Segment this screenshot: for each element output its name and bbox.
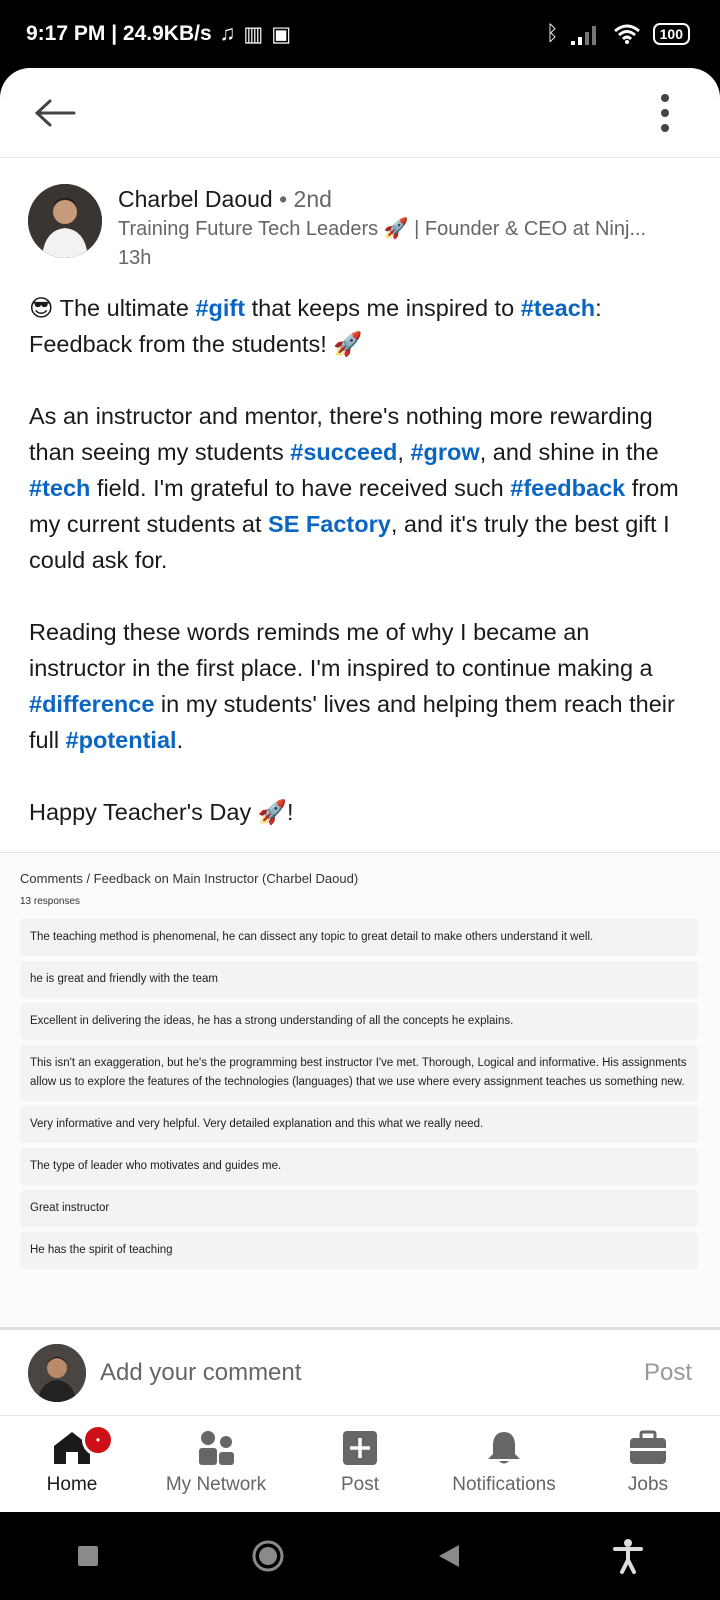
feedback-item: The teaching method is phenomenal, he ca… <box>20 919 698 956</box>
feedback-title: Comments / Feedback on Main Instructor (… <box>20 871 359 886</box>
bell-icon <box>488 1432 520 1464</box>
nav-post-label: Post <box>340 1474 380 1495</box>
recent-apps-icon[interactable] <box>76 1544 100 1568</box>
author-line: Charbel Daoud • 2nd <box>118 184 690 214</box>
nav-network-label: My Network <box>165 1474 267 1495</box>
home-button-icon[interactable] <box>251 1539 285 1573</box>
bottom-navigation: • Home My Network Post Notifications Job… <box>0 1416 720 1512</box>
music-icon: ♫ <box>219 22 236 45</box>
comment-bar: Post <box>0 1330 720 1416</box>
briefcase-icon <box>630 1430 666 1464</box>
nav-notifications[interactable]: Notifications <box>434 1430 574 1496</box>
plus-box-icon <box>343 1431 377 1465</box>
text: , <box>397 439 411 465</box>
user-avatar <box>28 1343 86 1402</box>
more-options-icon[interactable] <box>640 88 690 138</box>
post-time: 13h <box>118 247 152 269</box>
post-image-feedback[interactable]: Comments / Feedback on Main Instructor (… <box>0 852 720 1330</box>
signal-icon <box>570 26 596 45</box>
author-avatar[interactable] <box>28 184 102 258</box>
nav-home[interactable]: • Home <box>2 1424 142 1496</box>
text: that keeps me inspired to <box>245 295 521 321</box>
feedback-item: Great instructor <box>20 1190 698 1227</box>
notification-badge: • <box>82 1424 114 1456</box>
nav-post[interactable]: Post <box>290 1430 430 1496</box>
system-navigation-bar <box>0 1512 720 1600</box>
hashtag-succeed[interactable]: #succeed <box>290 439 397 465</box>
grid-icon: ▣ <box>271 22 292 46</box>
text: Reading these words reminds me of why I … <box>29 619 653 681</box>
post-comment-button[interactable]: Post <box>644 1359 692 1387</box>
post-body: 😎 The ultimate #gift that keeps me inspi… <box>0 272 720 830</box>
bluetooth-icon: ᛒ <box>546 22 559 45</box>
feedback-item: He has the spirit of teaching <box>20 1232 698 1269</box>
comment-input[interactable] <box>100 1358 644 1387</box>
text: , and shine in the <box>479 439 659 465</box>
status-time-speed: 9:17 PM | 24.9KB/s <box>26 22 212 45</box>
status-left: 9:17 PM | 24.9KB/s ♫ ▥ ▣ <box>26 22 291 47</box>
post-header: Charbel Daoud • 2nd Training Future Tech… <box>0 158 720 272</box>
accessibility-icon[interactable] <box>612 1538 644 1574</box>
hashtag-difference[interactable]: #difference <box>29 691 154 717</box>
text: . <box>176 727 184 753</box>
text: 😎 The ultimate <box>29 295 196 321</box>
feedback-item: Excellent in delivering the ideas, he ha… <box>20 1003 698 1040</box>
top-bar <box>0 68 720 158</box>
hashtag-grow[interactable]: #grow <box>410 439 479 465</box>
feedback-count: 13 responses <box>20 896 81 907</box>
feedback-item: The type of leader who motivates and gui… <box>20 1148 698 1185</box>
back-button-icon[interactable] <box>437 1543 461 1569</box>
post-detail-screen: Charbel Daoud • 2nd Training Future Tech… <box>0 68 720 1512</box>
post-paragraph-2: As an instructor and mentor, there's not… <box>29 398 691 578</box>
feedback-item: Very informative and very helpful. Very … <box>20 1106 698 1143</box>
nav-notifications-label: Notifications <box>452 1474 556 1495</box>
people-icon <box>199 1431 234 1465</box>
feedback-item: This isn't an exaggeration, but he's the… <box>20 1045 698 1101</box>
hashtag-potential[interactable]: #potential <box>66 727 177 753</box>
author-name[interactable]: Charbel Daoud <box>118 186 273 212</box>
hashtag-teach[interactable]: #teach <box>521 295 595 321</box>
nav-my-network[interactable]: My Network <box>146 1430 286 1496</box>
post-paragraph-3: Reading these words reminds me of why I … <box>29 614 691 758</box>
nav-jobs-label: Jobs <box>627 1474 669 1495</box>
nav-home-label: Home <box>46 1474 98 1495</box>
company-link[interactable]: SE Factory <box>268 511 391 537</box>
author-info: Charbel Daoud • 2nd Training Future Tech… <box>118 184 690 272</box>
wifi-icon <box>613 24 640 44</box>
feedback-item: he is great and friendly with the team <box>20 961 698 998</box>
hashtag-tech[interactable]: #tech <box>29 475 90 501</box>
connection-degree: • 2nd <box>272 186 332 212</box>
text: field. I'm grateful to have received suc… <box>90 475 511 501</box>
back-arrow-icon[interactable] <box>30 88 80 138</box>
nav-jobs[interactable]: Jobs <box>578 1430 718 1496</box>
trash-icon: ▥ <box>243 22 264 46</box>
battery-indicator: 100 <box>652 23 690 45</box>
author-headline: Training Future Tech Leaders 🚀 | Founder… <box>118 218 647 240</box>
hashtag-feedback[interactable]: #feedback <box>510 475 625 501</box>
post-paragraph-4: Happy Teacher's Day 🚀! <box>29 799 294 825</box>
post-paragraph-1: 😎 The ultimate #gift that keeps me inspi… <box>29 290 691 362</box>
status-right: ᛒ 100 <box>546 22 690 46</box>
status-bar: 9:17 PM | 24.9KB/s ♫ ▥ ▣ ᛒ 100 <box>0 0 720 68</box>
hashtag-gift[interactable]: #gift <box>195 295 245 321</box>
